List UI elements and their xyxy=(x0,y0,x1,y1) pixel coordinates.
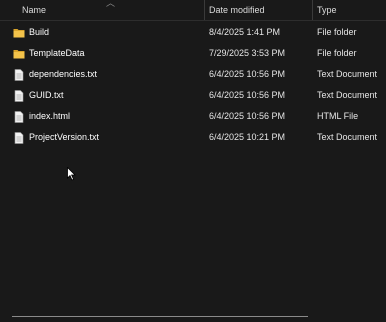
file-date-modified: 7/29/2025 3:53 PM xyxy=(209,48,286,58)
file-name: Build xyxy=(29,27,50,37)
folder-icon xyxy=(13,50,25,59)
file-row-dependencies-txt[interactable]: dependencies.txt 6/4/2025 10:56 PM Text … xyxy=(0,64,386,85)
column-header-date-modified[interactable]: Date modified xyxy=(209,0,309,20)
file-name: ProjectVersion.txt xyxy=(29,132,100,142)
file-name: GUID.txt xyxy=(29,90,64,100)
file-type: HTML File xyxy=(317,111,359,121)
file-row-projectversion-txt[interactable]: ProjectVersion.txt 6/4/2025 10:21 PM Tex… xyxy=(0,127,386,148)
text-file-icon xyxy=(14,132,24,144)
text-file-icon xyxy=(14,69,24,81)
file-date-modified: 6/4/2025 10:56 PM xyxy=(209,90,286,100)
file-type: Text Document xyxy=(317,132,378,142)
file-type: Text Document xyxy=(317,69,378,79)
file-row-index-html[interactable]: index.html 6/4/2025 10:56 PM HTML File xyxy=(0,106,386,127)
file-date-modified: 6/4/2025 10:56 PM xyxy=(209,111,286,121)
column-divider[interactable] xyxy=(312,0,313,20)
file-date-modified: 6/4/2025 10:21 PM xyxy=(209,132,286,142)
text-file-icon xyxy=(14,90,24,102)
html-file-icon xyxy=(14,111,24,123)
column-header-name[interactable]: Name xyxy=(22,0,202,20)
column-divider[interactable] xyxy=(204,0,205,20)
horizontal-scrollbar[interactable] xyxy=(12,316,308,317)
file-name: TemplateData xyxy=(29,48,85,58)
file-row-guid-txt[interactable]: GUID.txt 6/4/2025 10:56 PM Text Document xyxy=(0,85,386,106)
folder-icon xyxy=(13,29,25,38)
file-type: File folder xyxy=(317,48,357,58)
mouse-pointer-icon xyxy=(67,167,76,181)
file-type: File folder xyxy=(317,27,357,37)
file-name: dependencies.txt xyxy=(29,69,98,79)
file-date-modified: 8/4/2025 1:41 PM xyxy=(209,27,281,37)
column-header-type[interactable]: Type xyxy=(317,0,386,20)
file-type: Text Document xyxy=(317,90,378,100)
column-header-bar: ︿ Name Date modified Type xyxy=(0,0,386,21)
file-name: index.html xyxy=(29,111,71,121)
file-date-modified: 6/4/2025 10:56 PM xyxy=(209,69,286,79)
file-row-templatedata[interactable]: TemplateData 7/29/2025 3:53 PM File fold… xyxy=(0,43,386,64)
file-row-build[interactable]: Build 8/4/2025 1:41 PM File folder xyxy=(0,22,386,43)
file-list-pane: ︿ Name Date modified Type Build 8/4/2025… xyxy=(0,0,386,322)
